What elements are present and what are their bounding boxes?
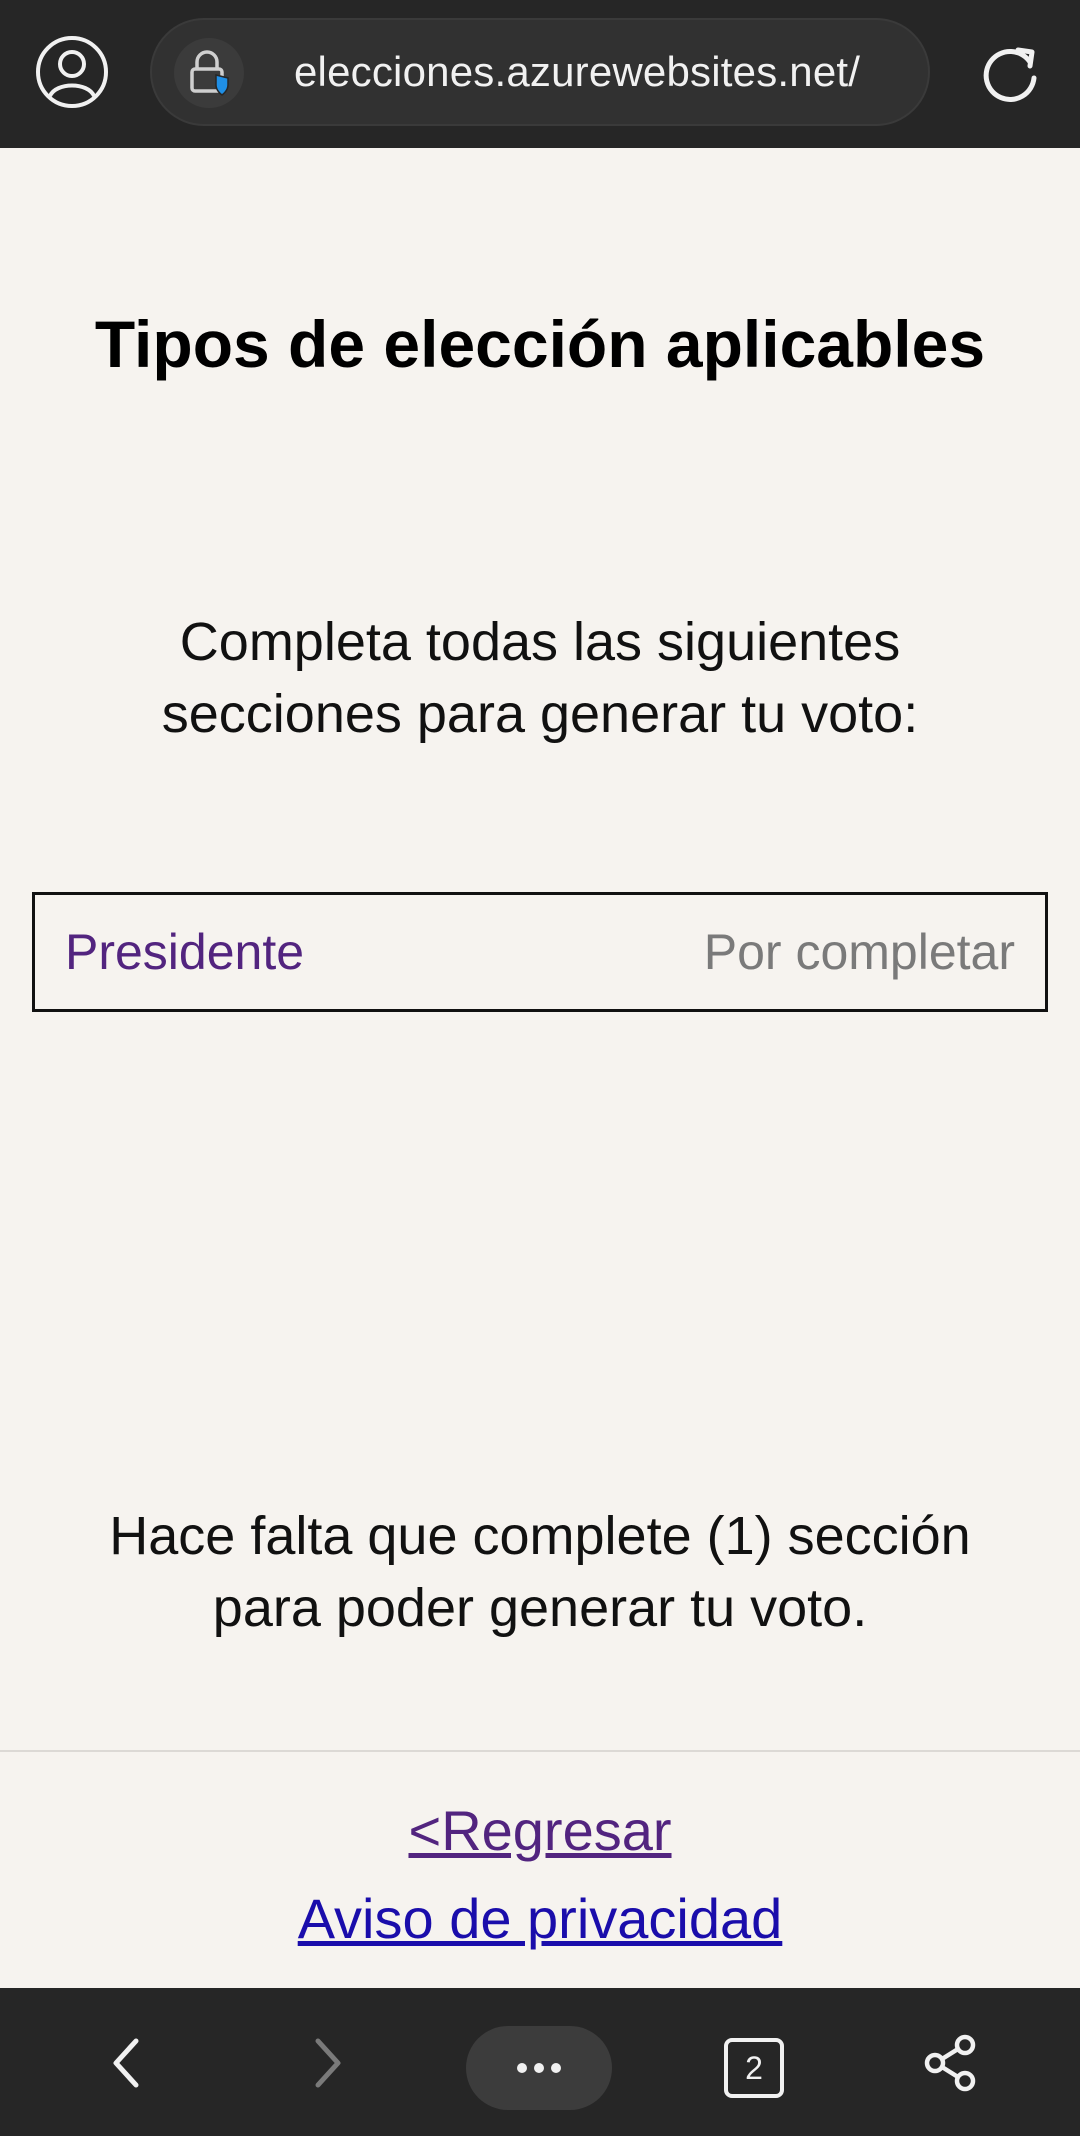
section-row-presidente[interactable]: Presidente Por completar: [32, 892, 1048, 1012]
tab-count-label: 2: [745, 2049, 763, 2086]
instructions-line-2: secciones para generar tu voto:: [161, 684, 919, 744]
missing-note-line-1: Hace falta que complete (1) sección: [109, 1506, 971, 1566]
missing-sections-note: Hace falta que complete (1) sección para…: [40, 1500, 1040, 1644]
privacy-link[interactable]: Aviso de privacidad: [298, 1887, 783, 1950]
browser-top-bar: elecciones.azurewebsites.net/: [0, 0, 1080, 148]
reload-icon[interactable]: [972, 36, 1048, 112]
browser-bottom-bar: 2: [0, 1988, 1080, 2136]
tabs-icon[interactable]: 2: [724, 2038, 784, 2098]
back-link-wrap: <Regresar: [0, 1798, 1080, 1863]
section-name: Presidente: [65, 924, 305, 980]
page-title: Tipos de elección aplicables: [94, 307, 986, 381]
lock-shield-icon[interactable]: [174, 38, 244, 108]
footer-divider: [0, 1750, 1080, 1752]
instructions-line-1: Completa todas las siguientes: [179, 612, 901, 672]
missing-note-line-2: para poder generar tu voto.: [212, 1578, 868, 1638]
url-text[interactable]: elecciones.azurewebsites.net/: [294, 20, 914, 124]
section-status: Por completar: [703, 924, 1015, 980]
back-arrow-icon[interactable]: [82, 2018, 172, 2108]
page-content: Tipos de elección aplicables Completa to…: [0, 148, 1080, 1988]
more-dots-icon[interactable]: [466, 2026, 612, 2110]
profile-icon[interactable]: [34, 34, 110, 110]
privacy-link-wrap: Aviso de privacidad: [0, 1886, 1080, 1951]
forward-arrow-icon[interactable]: [282, 2018, 372, 2108]
address-bar[interactable]: elecciones.azurewebsites.net/: [150, 18, 930, 126]
instructions-text: Completa todas las siguientes secciones …: [90, 606, 990, 750]
share-icon[interactable]: [906, 2018, 996, 2108]
back-link[interactable]: <Regresar: [408, 1799, 671, 1862]
